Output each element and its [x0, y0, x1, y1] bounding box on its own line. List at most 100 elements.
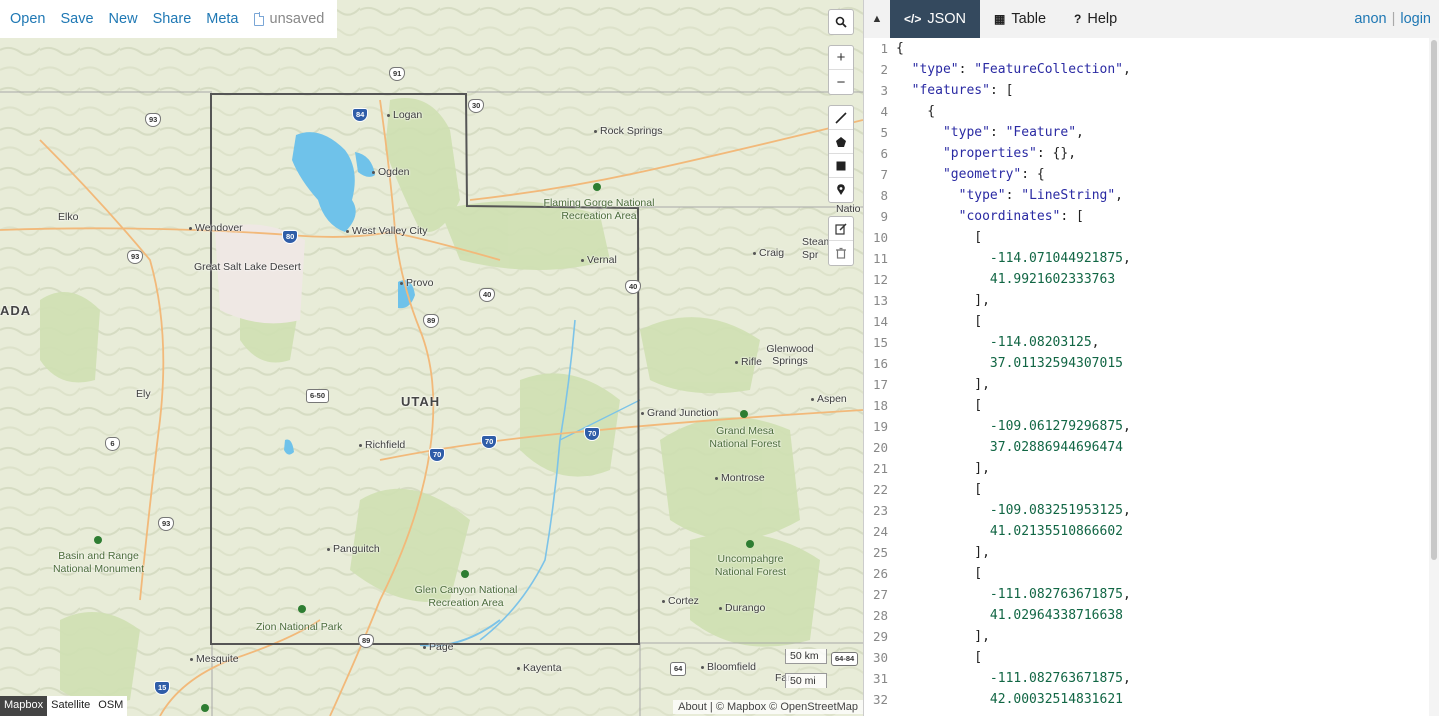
line-number: 5: [880, 125, 888, 140]
line-number: 27: [872, 587, 888, 602]
map-label-uncompahgre: Uncompahgre National Forest: [714, 553, 787, 578]
edit-icon[interactable]: [829, 217, 853, 241]
zoom-in-button[interactable]: +: [829, 46, 853, 70]
code-line[interactable]: 14 [: [864, 311, 1439, 332]
tab-table[interactable]: ▦ Table: [980, 0, 1060, 38]
code-line[interactable]: 5 "type": "Feature",: [864, 122, 1439, 143]
map-label-richfield: Richfield: [359, 439, 405, 451]
scrollbar-thumb[interactable]: [1431, 40, 1437, 560]
map-label-grand-mesa: Grand Mesa National Forest: [709, 425, 781, 450]
code-line[interactable]: 24 41.02135510866602: [864, 521, 1439, 542]
layer-mapbox[interactable]: Mapbox: [0, 696, 48, 716]
code-line[interactable]: 30 [: [864, 647, 1439, 668]
line-icon[interactable]: [829, 106, 853, 130]
layer-satellite[interactable]: Satellite: [47, 696, 94, 716]
tab-help[interactable]: ? Help: [1060, 0, 1131, 38]
tab-json-label: JSON: [927, 11, 967, 27]
file-status[interactable]: unsaved: [244, 11, 324, 27]
new-button[interactable]: New: [99, 11, 138, 27]
tab-json[interactable]: </> JSON: [890, 0, 981, 38]
line-number: 2: [880, 62, 888, 77]
line-number: 32: [872, 692, 888, 707]
tab-help-label: Help: [1087, 11, 1118, 27]
login-link[interactable]: login: [1400, 11, 1431, 27]
code-text: ],: [896, 293, 990, 308]
map-attribution[interactable]: About | © Mapbox © OpenStreetMap: [673, 700, 863, 714]
code-text: "type": "Feature",: [942, 125, 1084, 140]
code-text: [: [896, 230, 983, 245]
highway-shield: 64-84: [831, 652, 859, 666]
code-text: 41.9921602333763: [989, 272, 1116, 287]
code-line[interactable]: 21 ],: [864, 458, 1439, 479]
code-line[interactable]: 7 "geometry": {: [864, 164, 1439, 185]
code-line[interactable]: 15 -114.08203125,: [864, 332, 1439, 353]
code-line[interactable]: 26 [: [864, 563, 1439, 584]
line-number: 16: [872, 356, 888, 371]
code-line[interactable]: 31 -111.082763671875,: [864, 668, 1439, 689]
scale-km: 50 km: [785, 649, 827, 664]
code-line[interactable]: 4 {: [864, 101, 1439, 122]
meta-button[interactable]: Meta: [196, 11, 238, 27]
line-number: 17: [872, 377, 888, 392]
code-line[interactable]: 1{: [864, 38, 1439, 59]
zoom-out-button[interactable]: −: [829, 70, 853, 94]
code-text: ],: [896, 377, 990, 392]
map-label-zion: Zion National Park: [256, 621, 343, 633]
share-button[interactable]: Share: [143, 11, 192, 27]
code-text: -114.08203125,: [989, 335, 1100, 350]
line-number: 21: [872, 461, 888, 476]
code-line[interactable]: 19 -109.061279296875,: [864, 416, 1439, 437]
code-line[interactable]: 2 "type": "FeatureCollection",: [864, 59, 1439, 80]
open-button[interactable]: Open: [0, 11, 45, 27]
save-button[interactable]: Save: [50, 11, 93, 27]
map-canvas[interactable]: ADA UTAH Logan Ogden Rock Springs Flamin…: [0, 0, 863, 716]
code-line[interactable]: 17 ],: [864, 374, 1439, 395]
search-icon[interactable]: [829, 10, 853, 34]
marker-icon[interactable]: [829, 178, 853, 202]
code-line[interactable]: 6 "properties": {},: [864, 143, 1439, 164]
code-line[interactable]: 16 37.01132594307015: [864, 353, 1439, 374]
code-line[interactable]: 18 [: [864, 395, 1439, 416]
search-control: [828, 9, 854, 35]
editor-pane: ▲ </> JSON ▦ Table ? Help anon | login 1{2…: [863, 0, 1439, 716]
code-line[interactable]: 3 "features": [: [864, 80, 1439, 101]
code-line[interactable]: 11 -114.071044921875,: [864, 248, 1439, 269]
code-line[interactable]: 29 ],: [864, 626, 1439, 647]
code-line[interactable]: 23 -109.083251953125,: [864, 500, 1439, 521]
zoom-control: + −: [828, 45, 854, 95]
code-text: {: [896, 104, 936, 119]
code-text: "type": "LineString",: [958, 188, 1123, 203]
code-line[interactable]: 9 "coordinates": [: [864, 206, 1439, 227]
line-number: 8: [880, 188, 888, 203]
json-code-editor[interactable]: 1{2 "type": "FeatureCollection", 3 "featu…: [864, 38, 1439, 716]
code-line[interactable]: 10 [: [864, 227, 1439, 248]
anon-link[interactable]: anon: [1354, 11, 1386, 27]
draw-toolbar: [828, 105, 854, 203]
code-line[interactable]: 8 "type": "LineString",: [864, 185, 1439, 206]
code-line[interactable]: 20 37.02886944696474: [864, 437, 1439, 458]
code-text: [: [896, 482, 983, 497]
polygon-icon[interactable]: [829, 130, 853, 154]
line-number: 22: [872, 482, 888, 497]
highway-shield: 64: [670, 662, 687, 676]
code-line[interactable]: 13 ],: [864, 290, 1439, 311]
code-line[interactable]: 25 ],: [864, 542, 1439, 563]
map-label-west-valley-city: West Valley City: [346, 225, 427, 237]
editor-scrollbar[interactable]: [1429, 38, 1439, 716]
code-line[interactable]: 12 41.9921602333763: [864, 269, 1439, 290]
rectangle-icon[interactable]: [829, 154, 853, 178]
line-number: 25: [872, 545, 888, 560]
code-line[interactable]: 22 [: [864, 479, 1439, 500]
code-line[interactable]: 32 42.00032514831621: [864, 689, 1439, 710]
trash-icon[interactable]: [829, 241, 853, 265]
map-label-ogden: Ogden: [372, 166, 410, 178]
line-number: 30: [872, 650, 888, 665]
code-line[interactable]: 28 41.02964338716638: [864, 605, 1439, 626]
collapse-toggle-icon[interactable]: ▲: [864, 13, 890, 25]
code-line[interactable]: 27 -111.082763671875,: [864, 584, 1439, 605]
layer-osm[interactable]: OSM: [94, 696, 127, 716]
line-number: 1: [880, 41, 888, 56]
map-label-rock-springs: Rock Springs: [594, 125, 662, 137]
map-label-wendover: Wendover: [189, 222, 243, 234]
line-number: 4: [880, 104, 888, 119]
